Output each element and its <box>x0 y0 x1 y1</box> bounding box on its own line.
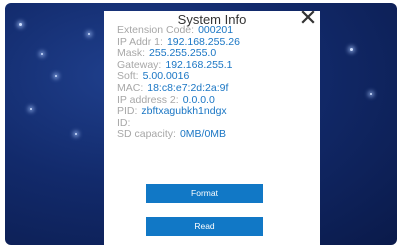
info-value: 5.00.0016 <box>142 70 190 83</box>
info-value: 192.168.255.1 <box>165 58 233 71</box>
info-value: 18:c8:e7:2d:2a:9f <box>147 81 229 94</box>
info-value: 0MB/0MB <box>179 128 227 141</box>
info-label: Soft: <box>117 70 139 83</box>
device-frame: System Info Extension Code: 000201 IP Add… <box>0 0 403 249</box>
info-value: 0.0.0.0 <box>182 93 215 106</box>
info-label: Gateway: <box>117 58 162 71</box>
background-sparkle <box>41 53 43 55</box>
background-sparkle <box>88 33 90 35</box>
info-row-pid: PID: zbftxagubkh1ndgx <box>117 105 240 118</box>
info-label: IP address 2: <box>117 93 179 106</box>
background-sparkle <box>370 93 372 95</box>
info-value: 000201 <box>198 24 234 36</box>
info-label: PID: <box>117 105 138 118</box>
close-icon[interactable] <box>300 9 316 25</box>
background-sparkle <box>30 108 32 110</box>
info-label: ID: <box>117 116 131 129</box>
info-label: Extension Code: <box>117 24 195 36</box>
info-label: SD capacity: <box>117 128 176 141</box>
background-sparkle <box>55 75 57 77</box>
info-row-sd-capacity: SD capacity: 0MB/0MB <box>117 129 240 141</box>
info-value: 192.168.255.26 <box>166 35 240 48</box>
info-label: Mask: <box>117 47 146 60</box>
info-label: IP Addr 1: <box>117 35 163 48</box>
system-info-list: Extension Code: 000201 IP Addr 1: 192.168.… <box>117 24 240 141</box>
info-label: MAC: <box>117 81 144 94</box>
background-sparkle <box>75 133 77 135</box>
info-value: zbftxagubkh1ndgx <box>141 105 227 118</box>
system-info-dialog: System Info Extension Code: 000201 IP Add… <box>104 9 320 245</box>
read-button[interactable]: Read <box>146 217 263 236</box>
background-sparkle <box>350 48 353 51</box>
format-button[interactable]: Format <box>146 184 263 203</box>
background-sparkle <box>19 23 22 26</box>
info-value: 255.255.255.0 <box>149 47 217 60</box>
